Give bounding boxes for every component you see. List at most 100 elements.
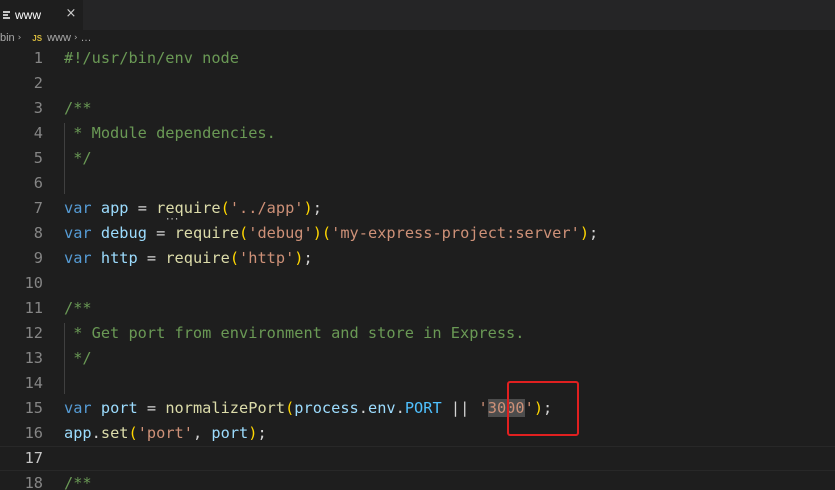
code-line[interactable]: 15 var port = normalizePort(process.env.P… [0, 396, 835, 421]
close-icon[interactable]: × [64, 7, 78, 21]
chevron-right-icon: › [73, 33, 78, 43]
code-line[interactable]: 6 [0, 171, 835, 196]
code-token: || [441, 399, 479, 417]
code-token: * Get port from environment and store in… [64, 324, 525, 342]
line-number: 5 [33, 149, 43, 167]
code-token: ( [285, 399, 295, 417]
list-icon [2, 10, 11, 20]
code-token: ( [128, 424, 138, 442]
code-token: process [294, 399, 359, 417]
line-number: 12 [24, 324, 43, 342]
code-text: var http = require('http'); [64, 246, 313, 271]
code-token: ) [533, 399, 544, 417]
code-token: = [137, 399, 166, 417]
code-token: . [91, 424, 101, 442]
breadcrumb: bin › JS www › … [0, 30, 835, 46]
code-token: */ [64, 349, 92, 367]
code-line[interactable]: 14 [0, 371, 835, 396]
breadcrumb-item-bin[interactable]: bin [0, 32, 15, 44]
javascript-file-icon: JS [32, 33, 43, 43]
breadcrumb-item-www[interactable]: www [47, 32, 71, 44]
code-line[interactable]: 8 var debug = require('debug')('my-expres… [0, 221, 835, 246]
code-line[interactable]: 17 [0, 446, 835, 471]
line-number: 3 [33, 99, 43, 117]
code-line[interactable]: 9 var http = require('http'); [0, 246, 835, 271]
code-token: debug [100, 224, 147, 242]
code-line[interactable]: 16 app.set('port', port); [0, 421, 835, 446]
code-token: , [192, 424, 212, 442]
code-token: PORT [404, 399, 442, 417]
code-token: . [395, 399, 405, 417]
code-token: var [64, 249, 92, 267]
code-editor[interactable]: 1 #!/usr/bin/env node 2 3 /** 4 * Module depe… [0, 46, 835, 490]
line-number: 13 [24, 349, 43, 367]
line-number: 16 [24, 424, 43, 442]
code-token: set [100, 424, 129, 442]
code-line[interactable]: 2 [0, 71, 835, 96]
code-line[interactable]: 13 */ [0, 346, 835, 371]
code-token: require [165, 249, 230, 267]
code-token: ; [312, 199, 322, 217]
code-token: '../app' [229, 199, 304, 217]
line-number: 4 [33, 124, 43, 142]
code-line[interactable]: 12 * Get port from environment and store… [0, 321, 835, 346]
code-line[interactable]: 10 [0, 271, 835, 296]
code-token: /** [64, 99, 92, 117]
code-line[interactable]: 4 * Module dependencies. [0, 121, 835, 146]
code-token: app [64, 424, 92, 442]
suggestion-hint-dots: ··· [165, 215, 179, 225]
line-number: 10 [24, 274, 43, 292]
line-number: 17 [24, 449, 43, 467]
code-token: ) [303, 199, 313, 217]
code-token: 'my-express-project:server' [331, 224, 580, 242]
code-token: ; [543, 399, 553, 417]
code-token: 'http' [239, 249, 295, 267]
code-token: env [367, 399, 396, 417]
line-number: 7 [33, 199, 43, 217]
line-number: 14 [24, 374, 43, 392]
code-token: */ [64, 149, 92, 167]
code-token: #!/usr/bin/env node [64, 49, 239, 67]
tab-www[interactable]: www × [0, 0, 83, 30]
code-token: var [64, 199, 92, 217]
code-token: ' [478, 399, 488, 417]
code-line[interactable]: 18 /** [0, 471, 835, 490]
code-text: */ [64, 346, 92, 371]
code-token: = [128, 199, 157, 217]
code-text: var app = require('../app'); [64, 196, 322, 221]
code-token: )( [312, 224, 332, 242]
code-line[interactable]: 7 var app = require('../app'); [0, 196, 835, 221]
tab-bar: www × [0, 0, 835, 30]
line-number: 6 [33, 174, 43, 192]
code-token: ( [239, 224, 249, 242]
code-token: ' [524, 399, 534, 417]
code-text: app.set('port', port); [64, 421, 267, 446]
code-token: normalizePort [165, 399, 286, 417]
code-line[interactable]: 1 #!/usr/bin/env node [0, 46, 835, 71]
code-line[interactable]: 11 /** [0, 296, 835, 321]
chevron-right-icon: › [17, 33, 22, 43]
code-token: = [137, 249, 166, 267]
code-text: /** [64, 471, 92, 490]
code-token: ) [294, 249, 304, 267]
code-token: ) [579, 224, 590, 242]
code-token: 'debug' [248, 224, 313, 242]
code-token: ( [220, 199, 230, 217]
code-token: var [64, 399, 92, 417]
line-number: 1 [33, 49, 43, 67]
breadcrumb-item-more[interactable]: … [81, 32, 92, 44]
line-number: 9 [33, 249, 43, 267]
code-text: var debug = require('debug')('my-express… [64, 221, 598, 246]
code-token: /** [64, 474, 92, 490]
code-token: ; [257, 424, 267, 442]
selected-text: 3000 [487, 399, 525, 417]
code-token: port [100, 399, 138, 417]
code-token: ( [229, 249, 240, 267]
code-text: * Module dependencies. [64, 121, 276, 146]
code-token: = [146, 224, 175, 242]
code-line[interactable]: 5 */ [0, 146, 835, 171]
code-line[interactable]: 3 /** [0, 96, 835, 121]
